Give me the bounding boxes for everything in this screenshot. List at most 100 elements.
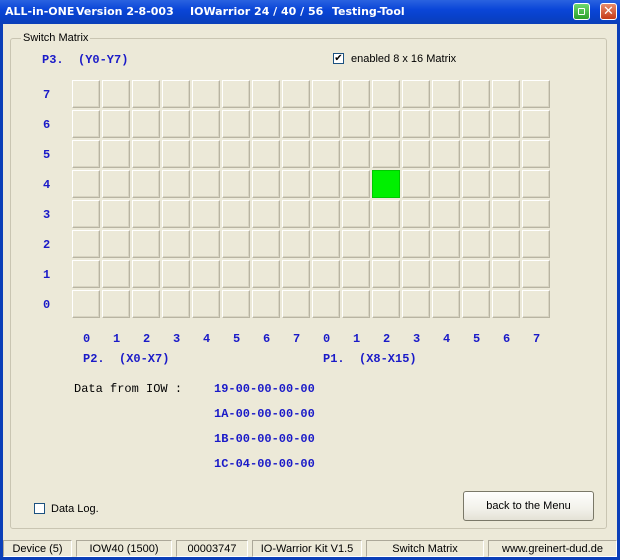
matrix-cell xyxy=(522,230,550,258)
matrix-cell xyxy=(282,110,310,138)
matrix-cell xyxy=(402,80,430,108)
matrix-cell xyxy=(72,230,100,258)
back-to-menu-button[interactable]: back to the Menu xyxy=(463,491,594,521)
matrix-cell xyxy=(402,170,430,198)
close-icon: ✕ xyxy=(603,4,614,19)
matrix-cell xyxy=(102,140,130,168)
matrix-cell xyxy=(342,260,370,288)
data-log-checkbox[interactable] xyxy=(34,503,45,514)
matrix-cell xyxy=(342,290,370,318)
col-label: 3 xyxy=(413,332,421,346)
matrix-cell xyxy=(162,80,190,108)
matrix-cell xyxy=(102,110,130,138)
matrix-cell xyxy=(102,260,130,288)
matrix-cell xyxy=(162,260,190,288)
matrix-cell xyxy=(222,80,250,108)
matrix-cell xyxy=(372,230,400,258)
data-line-4: 1C-04-00-00-00 xyxy=(214,457,315,471)
col-label: 6 xyxy=(503,332,511,346)
switch-matrix-grid xyxy=(72,80,552,320)
matrix-cell xyxy=(162,230,190,258)
matrix-cell xyxy=(222,170,250,198)
title-app: ALL-in-ONE xyxy=(5,5,75,18)
matrix-cell xyxy=(282,170,310,198)
rows-port-label: P3. (Y0-Y7) xyxy=(42,53,129,67)
matrix-cell xyxy=(132,290,160,318)
col-label: 7 xyxy=(293,332,301,346)
status-mode: Switch Matrix xyxy=(366,540,484,557)
col-label: 5 xyxy=(233,332,241,346)
matrix-cell xyxy=(432,80,460,108)
matrix-cell xyxy=(372,80,400,108)
matrix-cell xyxy=(312,200,340,228)
row-label: 6 xyxy=(43,118,51,132)
matrix-cell xyxy=(492,260,520,288)
matrix-cell xyxy=(372,260,400,288)
matrix-cell xyxy=(462,80,490,108)
matrix-cell xyxy=(192,170,220,198)
matrix-cell xyxy=(252,80,280,108)
row-label: 5 xyxy=(43,148,51,162)
enable-matrix-checkbox[interactable]: ✔ xyxy=(333,53,344,64)
matrix-cell xyxy=(222,200,250,228)
title-tool: Testing-Tool xyxy=(332,5,405,18)
matrix-cell xyxy=(432,290,460,318)
group-label: Switch Matrix xyxy=(21,32,91,44)
matrix-cell xyxy=(312,230,340,258)
data-line-3: 1B-00-00-00-00 xyxy=(214,432,315,446)
matrix-cell xyxy=(402,200,430,228)
matrix-cell xyxy=(402,110,430,138)
matrix-cell xyxy=(222,140,250,168)
matrix-cell xyxy=(312,290,340,318)
matrix-cell xyxy=(462,290,490,318)
matrix-cell xyxy=(402,140,430,168)
matrix-cell xyxy=(522,260,550,288)
matrix-cell xyxy=(282,230,310,258)
col-label: 6 xyxy=(263,332,271,346)
matrix-cell xyxy=(432,230,460,258)
close-button[interactable]: ✕ xyxy=(600,3,617,20)
row-label: 7 xyxy=(43,88,51,102)
matrix-cell xyxy=(342,110,370,138)
matrix-cell xyxy=(312,170,340,198)
matrix-cell xyxy=(72,170,100,198)
matrix-cell xyxy=(432,170,460,198)
matrix-cell xyxy=(102,230,130,258)
matrix-cell xyxy=(162,170,190,198)
cols-right-port-label: P1. (X8-X15) xyxy=(323,352,417,366)
matrix-cell xyxy=(282,80,310,108)
matrix-cell xyxy=(522,110,550,138)
data-label: Data from IOW : xyxy=(74,382,183,396)
data-log-label: Data Log. xyxy=(51,503,99,515)
title-bar: ALL-in-ONE Version 2-8-003 IOWarrior 24 … xyxy=(0,0,620,24)
matrix-cell xyxy=(192,230,220,258)
col-label: 0 xyxy=(323,332,331,346)
matrix-cell xyxy=(342,80,370,108)
matrix-cell xyxy=(342,200,370,228)
row-label: 0 xyxy=(43,298,51,312)
matrix-cell xyxy=(252,200,280,228)
row-label: 3 xyxy=(43,208,51,222)
matrix-cell xyxy=(282,200,310,228)
matrix-cell xyxy=(192,260,220,288)
col-label: 7 xyxy=(533,332,541,346)
matrix-cell xyxy=(522,200,550,228)
matrix-cell xyxy=(222,260,250,288)
matrix-cell xyxy=(492,230,520,258)
row-label: 1 xyxy=(43,268,51,282)
col-label: 2 xyxy=(383,332,391,346)
matrix-cell xyxy=(252,290,280,318)
matrix-cell xyxy=(162,140,190,168)
matrix-cell xyxy=(342,230,370,258)
matrix-cell xyxy=(312,260,340,288)
data-line-1: 19-00-00-00-00 xyxy=(214,382,315,396)
matrix-cell xyxy=(162,110,190,138)
matrix-cell xyxy=(492,110,520,138)
matrix-cell xyxy=(252,260,280,288)
matrix-cell xyxy=(102,200,130,228)
matrix-cell xyxy=(72,290,100,318)
restore-button[interactable] xyxy=(573,3,590,20)
col-label: 0 xyxy=(83,332,91,346)
matrix-cell xyxy=(282,140,310,168)
matrix-cell xyxy=(162,290,190,318)
